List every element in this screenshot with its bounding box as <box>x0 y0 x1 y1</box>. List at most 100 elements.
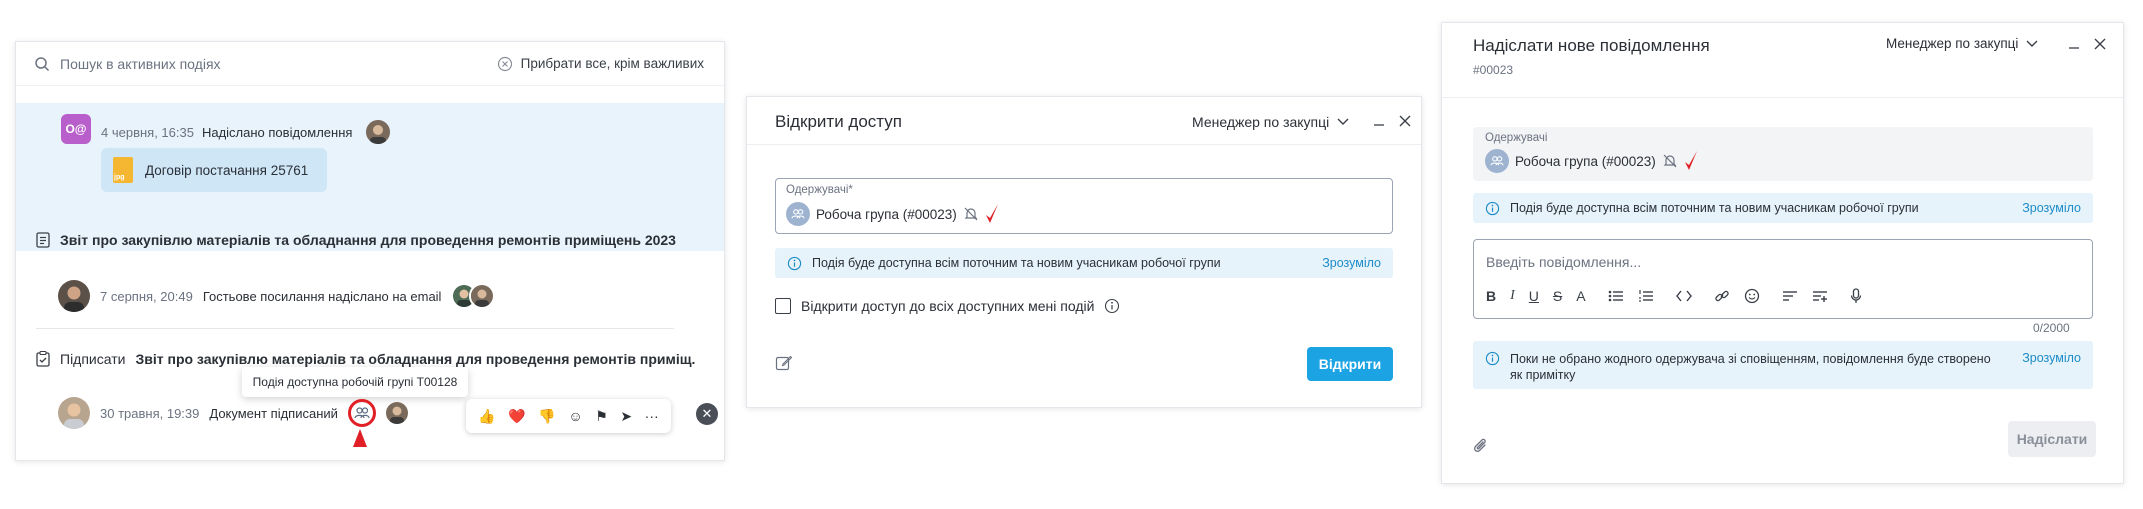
close-icon[interactable] <box>1399 115 1411 127</box>
role-label: Менеджер по закупці <box>1192 114 1330 130</box>
divider <box>36 328 674 329</box>
avatar[interactable] <box>58 280 90 312</box>
info-banner: Подія буде доступна всім поточним та нов… <box>1473 193 2093 223</box>
minimize-icon[interactable] <box>2068 38 2080 50</box>
avatar-group[interactable] <box>451 283 496 309</box>
divider <box>747 144 1421 145</box>
info-icon[interactable] <box>1104 298 1120 314</box>
search-input[interactable]: Пошук в активних подіях <box>60 56 497 72</box>
edit-note-icon[interactable] <box>775 354 793 372</box>
event-time: 30 травня, 19:39 <box>100 405 200 421</box>
italic-icon[interactable]: I <box>1510 288 1515 304</box>
flag-icon[interactable]: ⚑ <box>595 408 608 425</box>
info-icon <box>787 256 802 271</box>
event-meta: 7 серпня, 20:49 Гостьове посилання надіс… <box>58 280 496 312</box>
document-icon <box>36 232 50 248</box>
info-text: Подія буде доступна всім поточним та нов… <box>812 256 1221 270</box>
workgroup-icon-highlighted[interactable] <box>347 399 376 427</box>
event-title[interactable]: Звіт про закупівлю матеріалів та обладна… <box>36 232 676 248</box>
event-text: Документ підписаний <box>209 405 338 421</box>
open-access-dialog: Відкрити доступ Менеджер по закупці Одер… <box>746 96 1422 408</box>
info-icon <box>1485 351 1500 366</box>
avatar[interactable] <box>469 283 496 309</box>
sign-task-icon <box>36 351 50 367</box>
text-color-icon[interactable]: A <box>1576 288 1585 304</box>
bullet-list-icon[interactable] <box>1608 289 1624 303</box>
search-bar[interactable]: Пошук в активних подіях Прибрати все, кр… <box>16 42 724 86</box>
close-icon[interactable] <box>2094 38 2106 50</box>
role-selector[interactable]: Менеджер по закупці <box>1886 36 2038 51</box>
message-input[interactable]: Введіть повідомлення... <box>1486 254 1641 270</box>
attachment-chip[interactable]: Договір постачання 25761 <box>101 148 327 192</box>
role-selector[interactable]: Менеджер по закупці <box>1192 114 1349 130</box>
dialog-title: Надіслати нове повідомлення <box>1473 36 1710 55</box>
recipient-name: Робоча група (#00023) <box>1515 153 1656 169</box>
bell-off-icon[interactable] <box>963 206 979 222</box>
event-meta: 4 червня, 16:35 Надіслано повідомлення <box>101 120 391 144</box>
bold-icon[interactable]: B <box>1486 288 1496 304</box>
share-all-checkbox-row[interactable]: Відкрити доступ до всіх доступних мені п… <box>775 298 1120 314</box>
heart-icon[interactable]: ❤️ <box>508 408 525 425</box>
event-text: Гостьове посилання надіслано на email <box>202 288 442 304</box>
new-message-dialog: Надіслати нове повідомлення #00023 Менед… <box>1441 22 2124 484</box>
link-icon[interactable] <box>1714 288 1730 304</box>
event-title-text: Звіт про закупівлю матеріалів та обладна… <box>135 351 696 367</box>
event-meta: 30 травня, 19:39 Документ підписаний <box>58 397 408 429</box>
insert-icon[interactable] <box>1812 289 1828 303</box>
paperclip-icon[interactable] <box>1473 437 1489 455</box>
reactions-bar: 👍 ❤️ 👎 ☺ ⚑ ➤ ··· <box>466 399 671 433</box>
clear-circle-icon <box>497 56 513 72</box>
bell-off-icon[interactable] <box>1662 153 1678 169</box>
note-line-2: як примітку <box>1510 368 1576 382</box>
dialog-title: Відкрити доступ <box>775 112 902 131</box>
recipient-chip[interactable]: Робоча група (#00023) <box>1485 149 1698 173</box>
attachment-name: Договір постачання 25761 <box>145 162 309 178</box>
event-time: 7 серпня, 20:49 <box>100 288 193 304</box>
thumbs-down-icon[interactable]: 👎 <box>538 408 555 425</box>
recipients-field[interactable]: Одержувачі* Робоча група (#00023) <box>775 178 1393 234</box>
code-icon[interactable] <box>1675 290 1692 302</box>
avatar[interactable] <box>366 120 391 144</box>
note-banner: Поки не обрано жодного одержувача зі спо… <box>1473 341 2093 389</box>
thumbs-up-icon[interactable]: 👍 <box>478 408 495 425</box>
more-icon[interactable]: ··· <box>645 408 659 424</box>
red-checkmark-icon <box>1684 150 1698 172</box>
event-title-text: Звіт про закупівлю матеріалів та обладна… <box>60 232 676 248</box>
wrap-text-icon[interactable] <box>1782 289 1798 303</box>
got-it-link[interactable]: Зрозуміло <box>2022 351 2081 365</box>
send-button[interactable]: Надіслати <box>2008 421 2096 457</box>
recipients-label: Одержувачі <box>1485 132 1548 144</box>
recipients-label: Одержувачі* <box>786 184 853 196</box>
minimize-icon[interactable] <box>1373 115 1385 127</box>
clear-unimportant-button[interactable]: Прибрати все, крім важливих <box>497 56 704 72</box>
add-reaction-icon[interactable]: ☺ <box>568 408 582 424</box>
event-title-prefix: Підписати <box>60 351 126 367</box>
avatar[interactable] <box>58 397 90 429</box>
got-it-link[interactable]: Зрозуміло <box>2022 201 2081 215</box>
share-all-checkbox[interactable] <box>775 298 791 314</box>
note-text: Поки не обрано жодного одержувача зі спо… <box>1510 351 2012 383</box>
recipient-chip[interactable]: Робоча група (#00023) <box>786 202 999 226</box>
chevron-down-icon <box>1337 118 1349 126</box>
emoji-icon[interactable] <box>1744 288 1760 304</box>
window-controls <box>2068 38 2106 50</box>
char-counter: 0/2000 <box>2033 321 2070 335</box>
event-id: #00023 <box>1473 63 1514 77</box>
message-editor[interactable]: Введіть повідомлення... B I U S A <box>1473 239 2093 319</box>
event-title[interactable]: Підписати Звіт про закупівлю матеріалів … <box>36 351 696 367</box>
jpg-file-icon <box>113 157 133 183</box>
checkbox-label: Відкрити доступ до всіх доступних мені п… <box>801 298 1095 314</box>
annotation-arrow <box>353 429 367 447</box>
open-access-button[interactable]: Відкрити <box>1307 347 1393 381</box>
note-line-1: Поки не обрано жодного одержувача зі спо… <box>1510 352 1991 366</box>
numbered-list-icon[interactable] <box>1638 289 1654 303</box>
recipients-field[interactable]: Одержувачі Робоча група (#00023) <box>1473 127 2093 181</box>
microphone-icon[interactable] <box>1850 288 1862 304</box>
got-it-link[interactable]: Зрозуміло <box>1322 256 1381 270</box>
send-icon[interactable]: ➤ <box>620 408 632 425</box>
avatar[interactable] <box>385 402 408 424</box>
underline-icon[interactable]: U <box>1529 288 1539 304</box>
strikethrough-icon[interactable]: S <box>1553 288 1562 304</box>
close-icon[interactable]: ✕ <box>696 403 718 425</box>
clear-label: Прибрати все, крім важливих <box>520 56 704 71</box>
